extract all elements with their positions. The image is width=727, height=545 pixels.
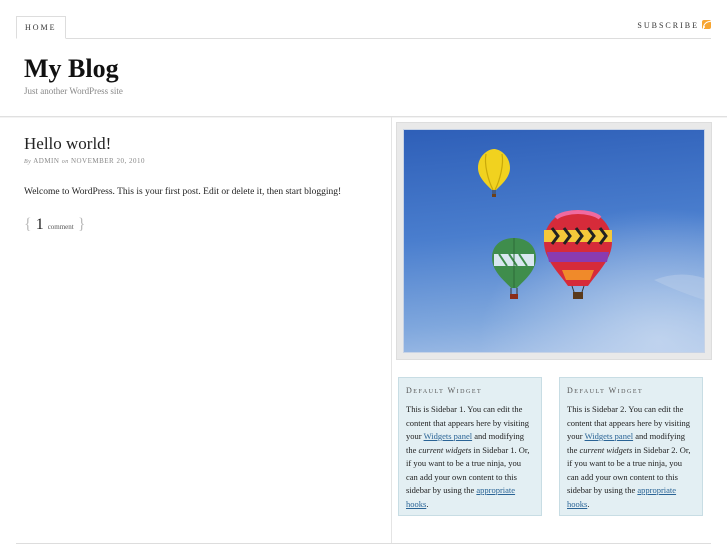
sidebar-2-widget: Default Widget This is Sidebar 2. You ca… [559,377,703,516]
subscribe-label: SUBSCRIBE [637,21,699,30]
widget-title: Default Widget [567,386,644,395]
column-divider [391,117,392,543]
post-body: Welcome to WordPress. This is your first… [24,187,342,197]
balloons-illustration [404,130,704,352]
meta-on: on [61,159,69,165]
comments-link[interactable]: { 1 comment } [24,216,85,234]
widget-text-part: . [587,498,590,509]
subscribe-link[interactable]: SUBSCRIBE [637,20,711,30]
site-description: Just another WordPress site [24,86,123,96]
post-meta: By ADMIN on NOVEMBER 20, 2010 [24,157,145,165]
comment-count: 1 [35,216,44,233]
featured-image-frame [396,122,712,360]
sidebar-1-widget: Default Widget This is Sidebar 1. You ca… [398,377,542,516]
widgets-panel-link[interactable]: Widgets panel [424,431,473,441]
post-author-link[interactable]: ADMIN [33,157,59,165]
nav-home-tab[interactable]: HOME [16,16,66,39]
widgets-panel-link[interactable]: Widgets panel [585,431,634,441]
comment-label: comment [47,223,74,231]
post-date: NOVEMBER 20, 2010 [70,157,145,165]
meta-by: By [24,159,32,165]
widget-title: Default Widget [406,386,483,395]
widget-emphasis: current widgets [418,444,472,455]
rss-icon [702,20,711,29]
widget-text-part: . [426,498,429,509]
header-divider [0,116,727,117]
footer-divider [16,543,711,544]
widget-text: This is Sidebar 1. You can edit the cont… [406,403,534,511]
post-title[interactable]: Hello world! [24,134,111,154]
widget-text: This is Sidebar 2. You can edit the cont… [567,403,695,511]
hot-air-balloons-image [403,129,705,353]
site-title[interactable]: My Blog [24,54,119,84]
top-nav: HOME SUBSCRIBE [16,16,711,39]
widget-emphasis: current widgets [579,444,633,455]
